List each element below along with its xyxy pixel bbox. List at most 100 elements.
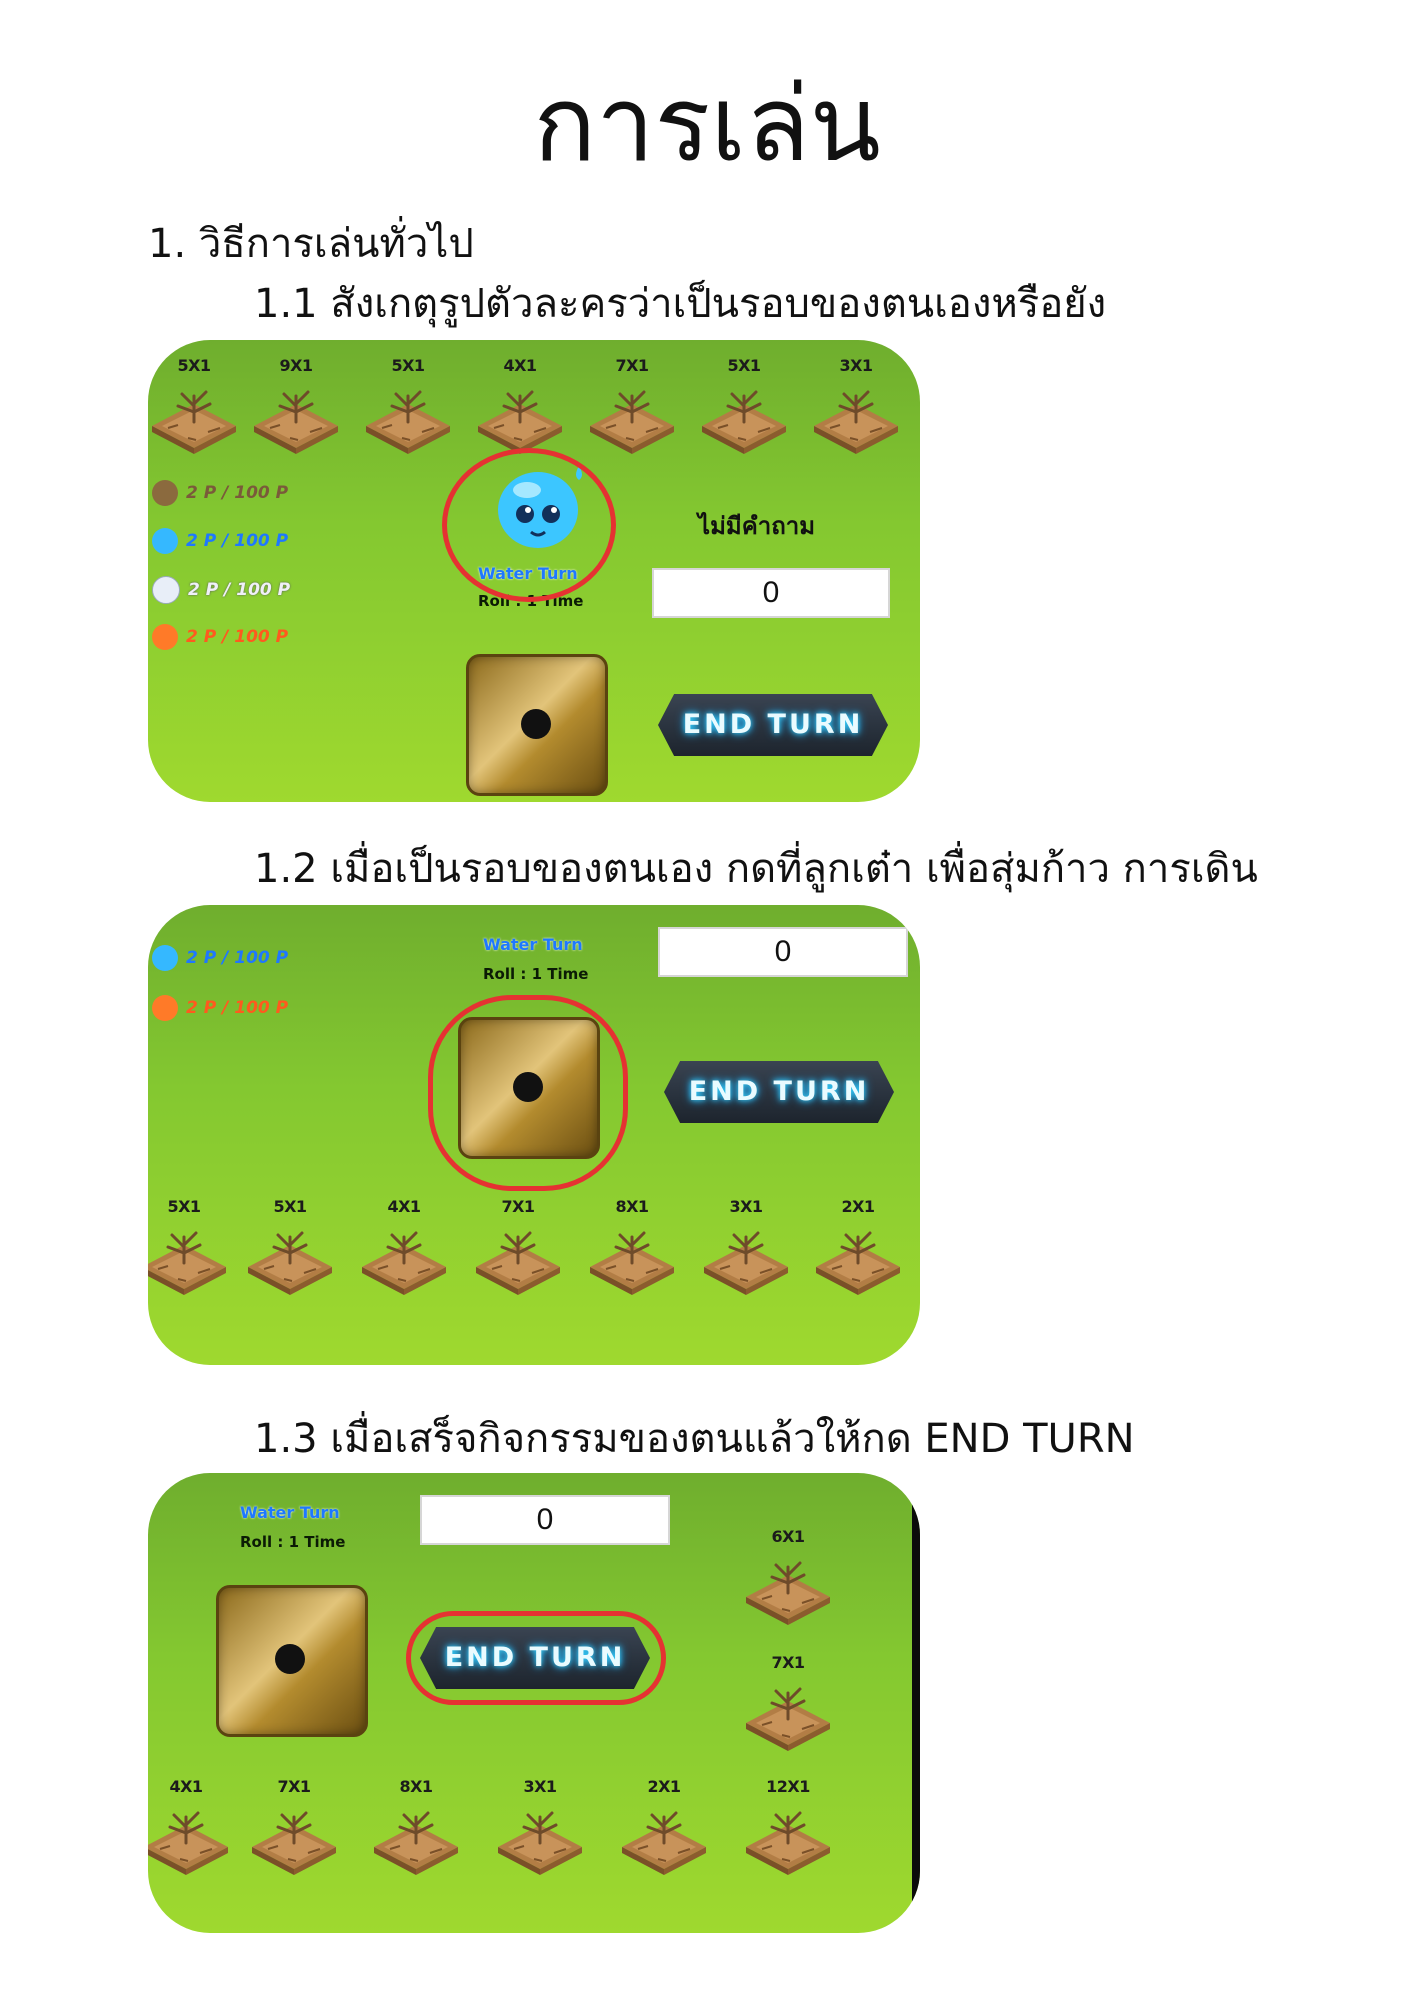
board-tile: 7X1: [472, 1197, 564, 1295]
soil-tile-icon: [812, 1223, 904, 1295]
soil-tile-icon: [810, 382, 902, 454]
soil-tile-icon: [148, 1803, 232, 1875]
air-player-icon: [152, 576, 180, 604]
tile-multiplier: 12X1: [766, 1777, 810, 1796]
tile-multiplier: 7X1: [771, 1653, 805, 1672]
soil-tile-icon: [148, 382, 240, 454]
score-water: 2 P / 100 P: [152, 945, 288, 971]
tile-multiplier: 7X1: [615, 356, 649, 375]
board-tile: 3X1: [700, 1197, 792, 1295]
board-tile: 9X1: [250, 356, 342, 454]
tile-multiplier: 3X1: [729, 1197, 763, 1216]
tile-multiplier: 5X1: [273, 1197, 307, 1216]
screenshot-end-turn: Water Turn Roll : 1 Time 0 END TURN 6X1 …: [148, 1473, 920, 1933]
tile-multiplier: 7X1: [277, 1777, 311, 1796]
roll-counter: Roll : 1 Time: [240, 1533, 346, 1551]
tile-multiplier: 4X1: [503, 356, 537, 375]
tile-multiplier: 6X1: [771, 1527, 805, 1546]
board-tile: 4X1: [474, 356, 566, 454]
score-fire: 2 P / 100 P: [152, 624, 288, 650]
soil-tile-icon: [250, 382, 342, 454]
dice-button[interactable]: [216, 1585, 368, 1737]
board-tile: 3X1: [810, 356, 902, 454]
dice-button[interactable]: [466, 654, 608, 796]
score-water: 2 P / 100 P: [152, 528, 288, 554]
soil-tile-icon: [742, 1679, 834, 1751]
score-fire: 2 P / 100 P: [152, 995, 288, 1021]
board-tile: 12X1: [742, 1777, 834, 1875]
answer-input[interactable]: 0: [420, 1495, 670, 1545]
earth-player-icon: [152, 480, 178, 506]
tile-multiplier: 8X1: [399, 1777, 433, 1796]
tile-multiplier: 5X1: [727, 356, 761, 375]
soil-tile-icon: [248, 1803, 340, 1875]
board-tile: 7X1: [586, 356, 678, 454]
screenshot-turn-check: 5X1 9X1 5X1 4X1 7X1 5X1 3X1 2 P / 100 P …: [148, 340, 920, 802]
step-heading-1-1: 1.1 สังเกตุรูปตัวละครว่าเป็นรอบของตนเองห…: [254, 281, 1107, 327]
turn-indicator: Water Turn: [240, 1503, 340, 1522]
dice-pip: [521, 709, 551, 739]
tile-multiplier: 5X1: [391, 356, 425, 375]
soil-tile-icon: [472, 1223, 564, 1295]
tile-multiplier: 5X1: [167, 1197, 201, 1216]
soil-tile-icon: [742, 1803, 834, 1875]
step-heading-1-2: 1.2 เมื่อเป็นรอบของตนเอง กดที่ลูกเต๋า เพ…: [254, 846, 1258, 892]
soil-tile-icon: [618, 1803, 710, 1875]
tile-multiplier: 3X1: [523, 1777, 557, 1796]
soil-tile-icon: [586, 1223, 678, 1295]
end-turn-button[interactable]: END TURN: [658, 694, 888, 756]
soil-tile-icon: [586, 382, 678, 454]
board-tile: 8X1: [370, 1777, 462, 1875]
board-tile: 7X1: [742, 1653, 834, 1751]
end-turn-button[interactable]: END TURN: [664, 1061, 894, 1123]
tile-multiplier: 9X1: [279, 356, 313, 375]
highlight-ring: [428, 995, 628, 1191]
board-tile: 5X1: [698, 356, 790, 454]
water-player-icon: [152, 528, 178, 554]
tile-multiplier: 4X1: [169, 1777, 203, 1796]
tile-multiplier: 5X1: [177, 356, 211, 375]
tile-multiplier: 4X1: [387, 1197, 421, 1216]
step-heading-1-3: 1.3 เมื่อเสร็จกิจกรรมของตนแล้วให้กด END …: [254, 1416, 1135, 1462]
soil-tile-icon: [700, 1223, 792, 1295]
board-tile: 5X1: [362, 356, 454, 454]
fire-player-icon: [152, 624, 178, 650]
board-tile: 2X1: [812, 1197, 904, 1295]
tile-multiplier: 7X1: [501, 1197, 535, 1216]
soil-tile-icon: [358, 1223, 450, 1295]
answer-input[interactable]: 0: [652, 568, 890, 618]
dice-pip: [275, 1644, 305, 1674]
screenshot-roll-dice: 2 P / 100 P 2 P / 100 P Water Turn Roll …: [148, 905, 920, 1365]
board-tile: 4X1: [358, 1197, 450, 1295]
score-air: 2 P / 100 P: [152, 576, 290, 604]
section-heading-general-play: 1. วิธีการเล่นทั่วไป: [148, 221, 474, 267]
tile-multiplier: 2X1: [841, 1197, 875, 1216]
question-text: ไม่มีคำถาม: [698, 512, 816, 540]
tile-multiplier: 8X1: [615, 1197, 649, 1216]
board-tile: 5X1: [148, 356, 240, 454]
board-tile: 8X1: [586, 1197, 678, 1295]
highlight-ring: [406, 1611, 666, 1705]
turn-indicator: Water Turn: [483, 935, 583, 954]
page-title: การเล่น: [533, 63, 881, 185]
roll-counter: Roll : 1 Time: [483, 965, 589, 983]
board-tile: 5X1: [148, 1197, 230, 1295]
soil-tile-icon: [474, 382, 566, 454]
tile-multiplier: 3X1: [839, 356, 873, 375]
water-player-icon: [152, 945, 178, 971]
fire-player-icon: [152, 995, 178, 1021]
board-tile: 7X1: [248, 1777, 340, 1875]
board-tile: 6X1: [742, 1527, 834, 1625]
score-earth: 2 P / 100 P: [152, 480, 288, 506]
tile-multiplier: 2X1: [647, 1777, 681, 1796]
board-tile: 4X1: [148, 1777, 232, 1875]
soil-tile-icon: [742, 1553, 834, 1625]
soil-tile-icon: [244, 1223, 336, 1295]
soil-tile-icon: [698, 382, 790, 454]
soil-tile-icon: [148, 1223, 230, 1295]
board-tile: 2X1: [618, 1777, 710, 1875]
soil-tile-icon: [362, 382, 454, 454]
board-tile: 3X1: [494, 1777, 586, 1875]
panel-edge: [912, 1473, 920, 1933]
answer-input[interactable]: 0: [658, 927, 908, 977]
